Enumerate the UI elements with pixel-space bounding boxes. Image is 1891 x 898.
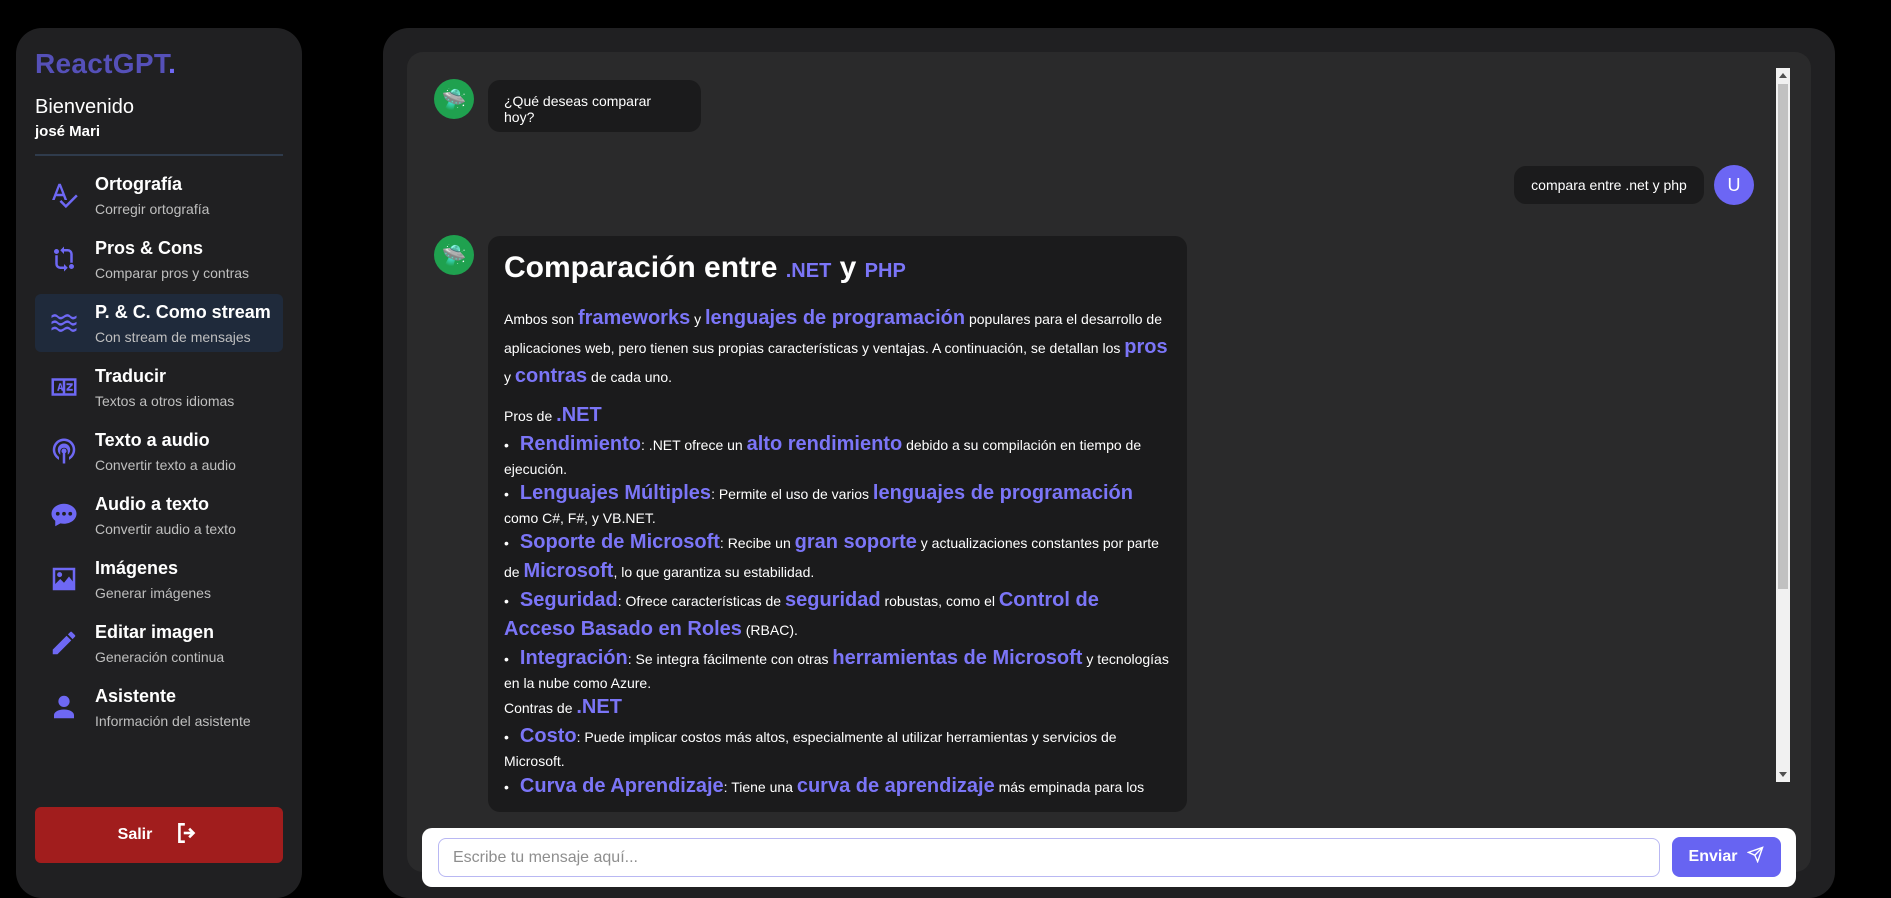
response-intro: Ambos son frameworks y lenguajes de prog…: [504, 306, 1168, 387]
logo: ReactGPT.: [35, 48, 177, 79]
pros-list: Rendimiento: .NET ofrece un alto rendimi…: [504, 430, 1171, 694]
sidebar-item-audio-texto[interactable]: Audio a texto Convertir audio a texto: [35, 486, 283, 544]
podcast-icon: [47, 436, 81, 466]
spellcheck-icon: [47, 180, 81, 210]
sidebar-item-traducir[interactable]: Traducir Textos a otros idiomas: [35, 358, 283, 416]
pencil-icon: [47, 628, 81, 658]
pros-heading: Pros de .NET: [504, 403, 602, 426]
user-avatar: U: [1714, 165, 1754, 205]
message-list: 🛸 ¿Qué deseas comparar hoy? compara entr…: [407, 52, 1797, 812]
list-item: Lenguajes Múltiples: Permite el uso de v…: [504, 479, 1171, 528]
list-item: Soporte de Microsoft: Recibe un gran sop…: [504, 528, 1171, 586]
image-icon: [47, 564, 81, 594]
logout-button[interactable]: Salir: [35, 807, 283, 863]
scroll-up-icon[interactable]: [1779, 73, 1787, 78]
sidebar-nav: Ortografía Corregir ortografía Pros & Con…: [35, 166, 283, 736]
sidebar-item-texto-audio[interactable]: Texto a audio Convertir texto a audio: [35, 422, 283, 480]
welcome-text: Bienvenido: [35, 96, 134, 118]
translate-icon: [47, 372, 81, 402]
scrollbar[interactable]: [1776, 68, 1790, 782]
sidebar-item-editar-imagen[interactable]: Editar imagen Generación continua: [35, 614, 283, 672]
list-item: Integración: Se integra fácilmente con o…: [504, 644, 1171, 693]
divider: [35, 154, 283, 156]
scrollbar-thumb[interactable]: [1778, 84, 1788, 589]
list-item: Curva de Aprendizaje: Tiene una curva de…: [504, 772, 1171, 801]
cons-list: Costo: Puede implicar costos más altos, …: [504, 722, 1171, 800]
message-input[interactable]: [438, 838, 1660, 877]
chat-bubble-icon: [47, 500, 81, 530]
bot-message: ¿Qué deseas comparar hoy?: [488, 80, 701, 132]
send-button[interactable]: Enviar: [1672, 837, 1781, 877]
sidebar-item-imagenes[interactable]: Imágenes Generar imágenes: [35, 550, 283, 608]
bot-avatar-icon: 🛸: [434, 79, 474, 119]
cons-heading: Contras de .NET: [504, 696, 622, 719]
compare-arrows-icon: [47, 244, 81, 274]
response-title: Comparación entre .NET y PHP: [504, 251, 906, 284]
user-message: compara entre .net y php: [1514, 166, 1704, 204]
user-name: josé Mari: [35, 123, 101, 140]
sidebar-item-pros-cons[interactable]: Pros & Cons Comparar pros y contras: [35, 230, 283, 288]
user-icon: [47, 692, 81, 722]
chat-container: 🛸 ¿Qué deseas comparar hoy? compara entr…: [407, 52, 1811, 887]
waves-icon: [47, 308, 81, 338]
main-panel: 🛸 ¿Qué deseas comparar hoy? compara entr…: [383, 28, 1835, 898]
logout-icon: [174, 820, 200, 851]
scroll-down-icon[interactable]: [1779, 772, 1787, 777]
bot-avatar-icon: 🛸: [434, 235, 474, 275]
paper-plane-icon: [1746, 846, 1765, 868]
sidebar-item-stream[interactable]: P. & C. Como stream Con stream de mensaje…: [35, 294, 283, 352]
sidebar-item-asistente[interactable]: Asistente Información del asistente: [35, 678, 283, 736]
sidebar: ReactGPT. Bienvenido josé Mari Ortografí…: [16, 28, 302, 898]
list-item: Rendimiento: .NET ofrece un alto rendimi…: [504, 430, 1171, 479]
message-input-bar: Enviar: [422, 828, 1796, 887]
list-item: Costo: Puede implicar costos más altos, …: [504, 722, 1171, 771]
list-item: Seguridad: Ofrece características de seg…: [504, 586, 1171, 644]
bot-response: Comparación entre .NET y PHP Ambos son f…: [488, 236, 1187, 812]
sidebar-item-ortografia[interactable]: Ortografía Corregir ortografía: [35, 166, 283, 224]
